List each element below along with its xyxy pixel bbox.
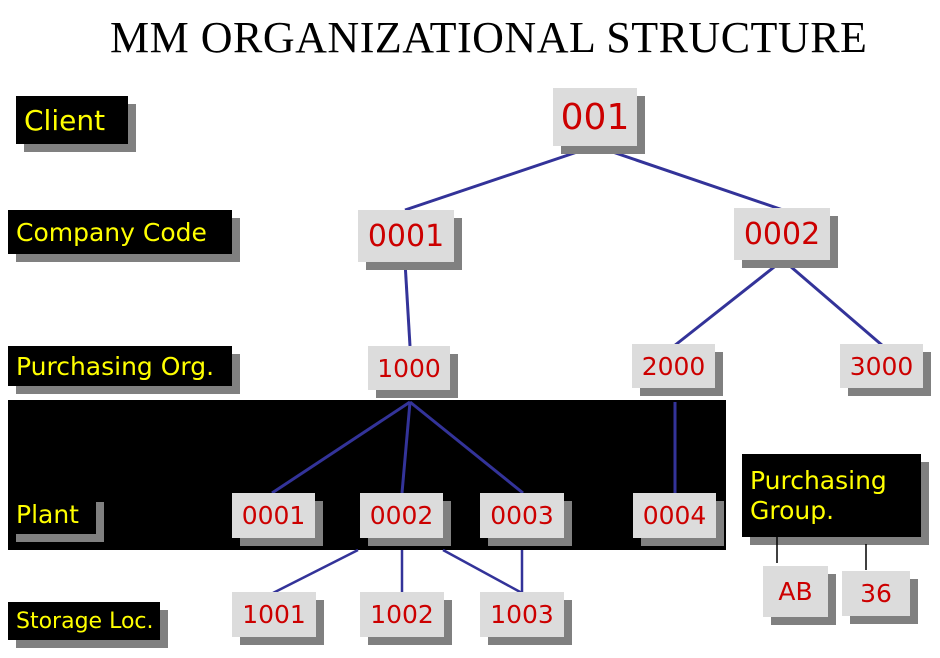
- node-company-code-0001: 0001: [358, 210, 454, 262]
- node-company-code-0002: 0002: [734, 208, 830, 260]
- node-plant-0003: 0003: [480, 493, 564, 538]
- connector-po1-pl2: [400, 401, 412, 494]
- connector-po1-pl1: [271, 400, 411, 495]
- node-storage-loc-1003: 1003: [480, 592, 564, 637]
- node-plant-0004: 0004: [633, 493, 716, 538]
- connector-pl2-sl1: [272, 548, 359, 595]
- connector-client-cc2: [594, 144, 784, 212]
- node-purchasing-org-2000: 2000: [632, 344, 715, 388]
- node-purchasing-org-1000: 1000: [368, 346, 450, 390]
- node-client: 001: [553, 88, 637, 146]
- node-plant-0001: 0001: [232, 493, 315, 538]
- node-plant-0002: 0002: [360, 493, 443, 538]
- connector-po1-pl3: [409, 400, 524, 495]
- node-storage-loc-1002: 1002: [360, 592, 444, 637]
- connector-lines: [271, 144, 884, 595]
- connector-cc2-po2: [673, 258, 784, 348]
- node-storage-loc-1001: 1001: [232, 592, 316, 637]
- node-purchasing-group-ab: AB: [763, 566, 828, 617]
- connector-pl2-sl3: [442, 548, 523, 595]
- node-purchasing-org-3000: 3000: [840, 344, 923, 388]
- connector-cc2-po3: [782, 258, 884, 348]
- node-purchasing-group-36: 36: [842, 571, 910, 616]
- connector-client-cc1: [404, 144, 596, 212]
- connector-cc1-po1: [403, 261, 412, 347]
